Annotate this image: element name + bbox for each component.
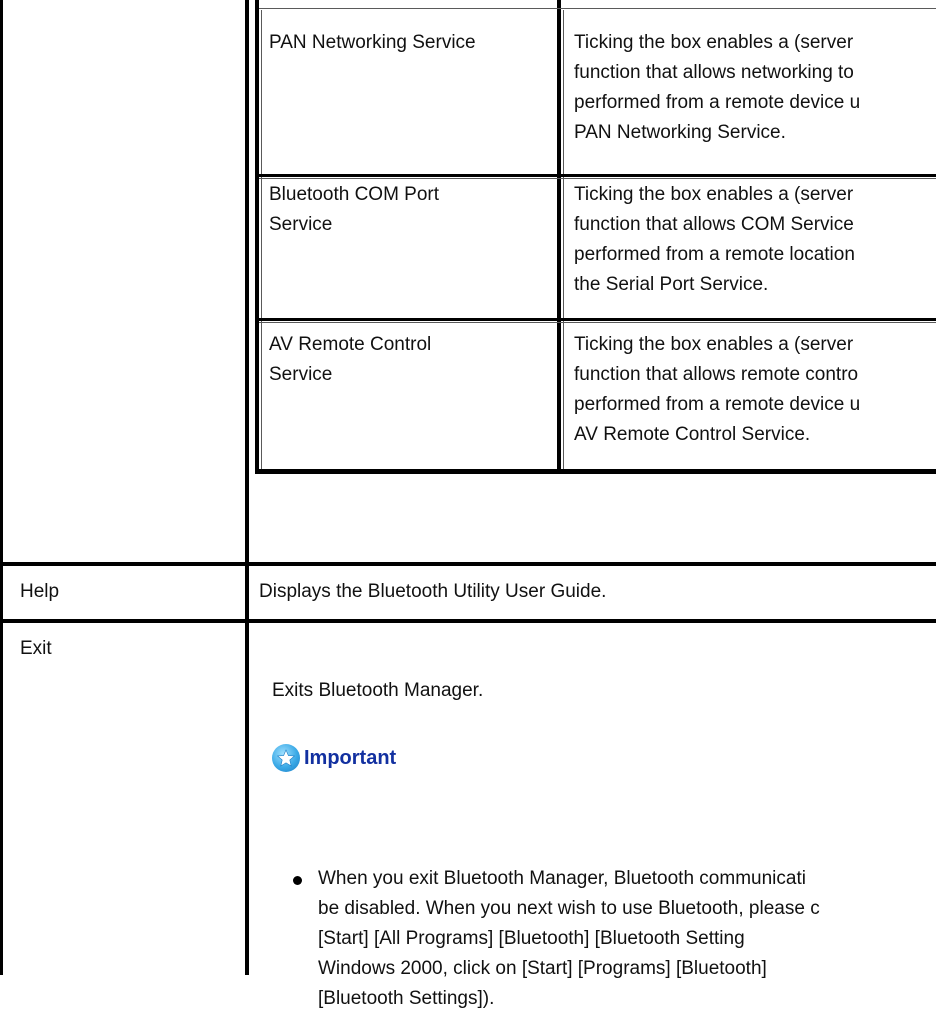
service-name-line: Service xyxy=(269,214,333,235)
outer-row-divider-help xyxy=(0,562,936,566)
desc-line: performed from a remote device u xyxy=(574,92,861,113)
inner-table-divider-shadow xyxy=(563,10,564,470)
exit-label: Exit xyxy=(20,638,52,659)
service-name-line: Service xyxy=(269,364,333,385)
service-name-line: AV Remote Control xyxy=(269,334,432,355)
inner-row-divider-1-shadow xyxy=(259,178,936,179)
service-desc-av-remote: Ticking the box enables a (server functi… xyxy=(574,330,860,450)
service-name-pan: PAN Networking Service xyxy=(269,28,476,58)
desc-line: function that allows COM Service xyxy=(574,214,854,235)
inner-row-divider-1 xyxy=(259,174,936,177)
desc-line: performed from a remote device u xyxy=(574,394,861,415)
important-heading: Important xyxy=(272,744,396,772)
outer-table-column-divider xyxy=(245,0,249,975)
inner-row-divider-2-shadow xyxy=(259,322,936,323)
service-name-av-remote: AV Remote Control Service xyxy=(269,330,431,390)
note-line: be disabled. When you next wish to use B… xyxy=(318,898,820,919)
help-label: Help xyxy=(20,581,60,602)
inner-row-divider-2 xyxy=(259,318,936,321)
desc-line: function that allows networking to xyxy=(574,62,854,83)
exit-description: Exits Bluetooth Manager. xyxy=(272,680,484,701)
star-badge-icon xyxy=(272,744,300,772)
note-line: [Start] [All Programs] [Bluetooth] [Blue… xyxy=(318,928,745,949)
inner-table-left-border xyxy=(255,0,259,474)
desc-line: Ticking the box enables a (server xyxy=(574,32,854,53)
service-name-com-port: Bluetooth COM Port Service xyxy=(269,180,439,240)
service-name-line: PAN Networking Service xyxy=(269,32,476,53)
desc-line: function that allows remote contro xyxy=(574,364,859,385)
important-note: When you exit Bluetooth Manager, Bluetoo… xyxy=(318,864,820,1014)
outer-table-left-border xyxy=(0,0,3,975)
note-line: When you exit Bluetooth Manager, Bluetoo… xyxy=(318,868,806,889)
desc-line: the Serial Port Service. xyxy=(574,274,769,295)
inner-table-left-inner-border xyxy=(261,10,262,470)
service-desc-pan: Ticking the box enables a (server functi… xyxy=(574,28,860,148)
desc-line: AV Remote Control Service. xyxy=(574,424,811,445)
desc-line: Ticking the box enables a (server xyxy=(574,334,854,355)
note-line: Windows 2000, click on [Start] [Programs… xyxy=(318,958,767,979)
desc-line: performed from a remote location xyxy=(574,244,855,265)
outer-row-divider-exit xyxy=(0,619,936,623)
desc-line: PAN Networking Service. xyxy=(574,122,786,143)
bullet-dot-icon xyxy=(293,876,302,885)
help-description: Displays the Bluetooth Utility User Guid… xyxy=(259,581,607,602)
inner-table-top-row-line xyxy=(259,8,936,9)
important-label: Important xyxy=(304,747,397,769)
desc-line: Ticking the box enables a (server xyxy=(574,184,854,205)
inner-table-column-divider xyxy=(557,0,561,474)
star-glyph xyxy=(276,749,296,767)
inner-table-bottom-border xyxy=(255,469,936,474)
service-name-line: Bluetooth COM Port xyxy=(269,184,440,205)
service-desc-com-port: Ticking the box enables a (server functi… xyxy=(574,180,855,300)
note-line: [Bluetooth Settings]). xyxy=(318,988,495,1009)
